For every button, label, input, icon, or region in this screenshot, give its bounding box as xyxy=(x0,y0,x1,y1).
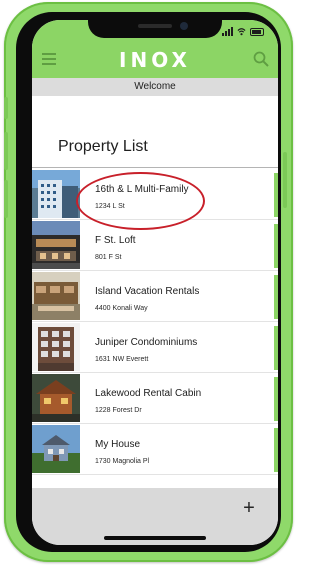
volume-up-button xyxy=(4,132,8,170)
speaker-grille xyxy=(138,24,172,28)
property-list: 16th & L Multi-Family 1234 L St F St. Lo… xyxy=(32,170,278,490)
wifi-icon xyxy=(237,28,246,36)
property-name: Lakewood Rental Cabin xyxy=(95,388,202,399)
property-row-juniper-condos[interactable]: Juniper Condominiums 1631 NW Everett xyxy=(32,323,278,373)
property-row-16th-l[interactable]: 16th & L Multi-Family 1234 L St xyxy=(32,170,278,220)
device-stage: INOX Welcome Property List 16th & L Mult… xyxy=(0,0,301,565)
status-bar-icons xyxy=(222,26,264,36)
cabin-photo xyxy=(32,374,80,422)
property-name: F St. Loft xyxy=(95,235,136,246)
brand-logo: INOX xyxy=(119,48,191,72)
nav-row: INOX xyxy=(32,42,278,78)
property-name: 16th & L Multi-Family xyxy=(95,184,189,195)
battery-icon xyxy=(250,28,264,36)
property-row-f-st-loft[interactable]: F St. Loft 801 F St xyxy=(32,221,278,271)
app-screen: INOX Welcome Property List 16th & L Mult… xyxy=(32,20,278,545)
vacation-house-photo xyxy=(32,272,80,320)
mute-switch xyxy=(4,97,8,119)
search-icon[interactable] xyxy=(252,50,270,68)
phone-notch xyxy=(88,20,222,38)
row-accent-stripe xyxy=(274,326,278,370)
property-address: 801 F St xyxy=(95,254,122,261)
property-name: My House xyxy=(95,439,141,450)
page-title: Property List xyxy=(58,138,148,155)
hamburger-menu-icon[interactable] xyxy=(42,53,56,65)
property-address: 1234 L St xyxy=(95,203,125,210)
home-indicator xyxy=(104,536,206,540)
property-name: Juniper Condominiums xyxy=(95,337,198,348)
property-row-lakewood-cabin[interactable]: Lakewood Rental Cabin 1228 Forest Dr xyxy=(32,374,278,424)
row-accent-stripe xyxy=(274,173,278,217)
modern-apartment-building-photo xyxy=(32,170,80,218)
property-address: 1631 NW Everett xyxy=(95,356,149,363)
title-divider xyxy=(32,167,278,168)
volume-down-button xyxy=(4,180,8,218)
signal-icon xyxy=(222,27,233,36)
front-camera xyxy=(180,22,188,30)
row-accent-stripe xyxy=(274,224,278,268)
property-row-island-vacation[interactable]: Island Vacation Rentals 4400 Konali Way xyxy=(32,272,278,322)
house-photo xyxy=(32,425,80,473)
property-name: Island Vacation Rentals xyxy=(95,286,200,297)
property-row-my-house[interactable]: My House 1730 Magnolia Pl xyxy=(32,425,278,475)
svg-text:INOX: INOX xyxy=(119,48,191,72)
welcome-bar: Welcome xyxy=(32,78,278,96)
add-property-button[interactable]: + xyxy=(238,498,260,520)
property-address: 1730 Magnolia Pl xyxy=(95,458,150,465)
property-address: 4400 Konali Way xyxy=(95,305,148,312)
app-header: INOX xyxy=(32,20,278,78)
row-accent-stripe xyxy=(274,275,278,319)
row-accent-stripe xyxy=(274,428,278,472)
property-address: 1228 Forest Dr xyxy=(95,407,142,414)
row-accent-stripe xyxy=(274,377,278,421)
brick-condo-photo xyxy=(32,323,80,371)
power-button xyxy=(283,152,287,208)
loft-building-photo xyxy=(32,221,80,269)
